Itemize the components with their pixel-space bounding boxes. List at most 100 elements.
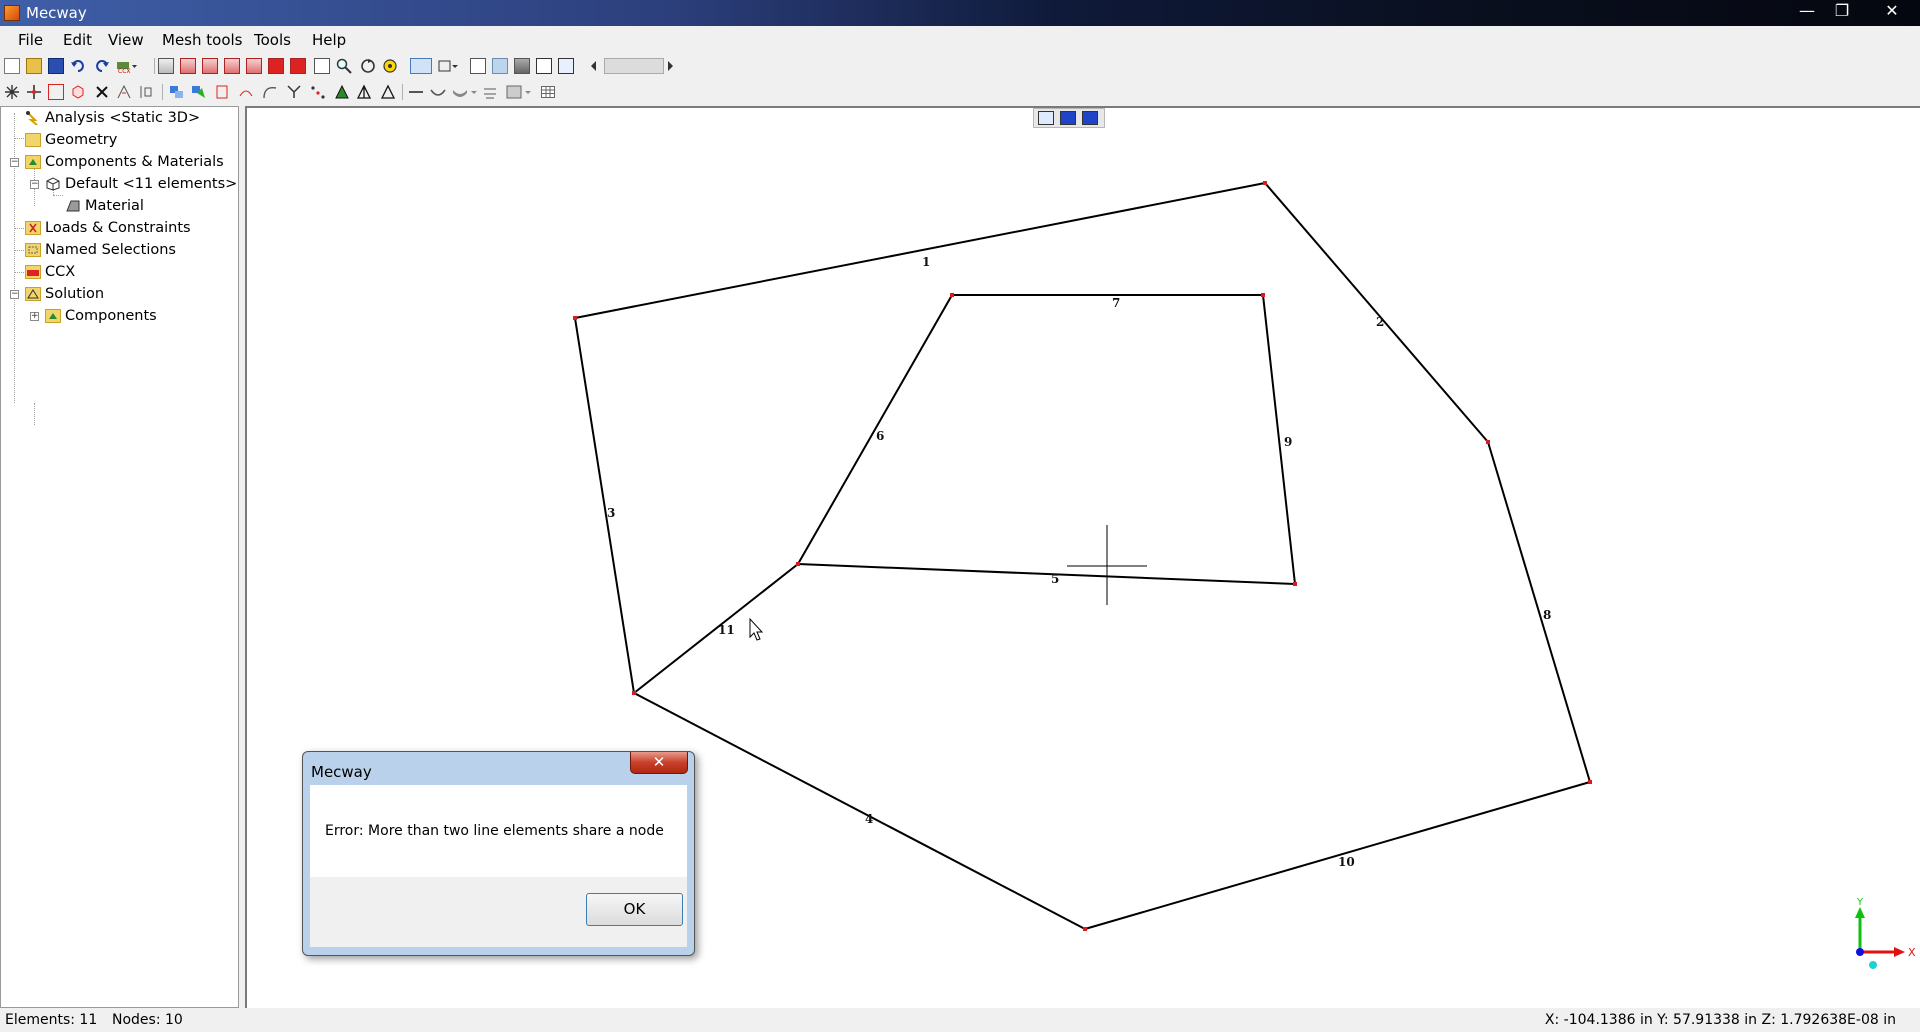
solution-folder-icon	[25, 287, 41, 301]
element-label: 3	[607, 506, 615, 520]
display-mode-icon[interactable]	[438, 58, 458, 74]
menu-view[interactable]: View	[108, 31, 144, 49]
view-shaded-cube-icon[interactable]	[1060, 111, 1076, 125]
restore-button[interactable]: ❐	[1825, 0, 1859, 22]
bottom-view-icon[interactable]	[290, 58, 306, 74]
menu-tools[interactable]: Tools	[254, 31, 291, 49]
menu-edit[interactable]: Edit	[63, 31, 92, 49]
collapse-default-component[interactable]: −	[30, 180, 39, 189]
node-snap-icon[interactable]	[4, 84, 20, 100]
outline-view-icon[interactable]	[470, 58, 486, 74]
element-count: Elements: 11	[5, 1012, 98, 1028]
delete-icon[interactable]	[94, 84, 110, 100]
node[interactable]	[1486, 440, 1490, 444]
surface-tool-icon[interactable]	[452, 84, 478, 100]
select-nodes-icon[interactable]	[168, 84, 184, 100]
triangle-icon[interactable]	[380, 84, 396, 100]
components-folder-icon	[25, 155, 41, 169]
add-element-icon[interactable]	[48, 84, 64, 100]
view-solid-cube-icon[interactable]	[1082, 111, 1098, 125]
scroll-left-icon[interactable]	[588, 58, 598, 74]
menu-mesh-tools[interactable]: Mesh tools	[162, 31, 242, 49]
arc-tool-icon[interactable]	[430, 84, 446, 100]
add-node-icon[interactable]	[26, 84, 42, 100]
select-faces-icon[interactable]	[214, 84, 230, 100]
toolbar-slider[interactable]	[604, 58, 664, 74]
left-view-icon[interactable]	[224, 58, 240, 74]
menu-help[interactable]: Help	[312, 31, 346, 49]
add-solid-icon[interactable]	[70, 84, 86, 100]
element-line-6[interactable]	[797, 294, 953, 565]
wireframe-view-icon[interactable]	[536, 58, 552, 74]
dialog-footer: OK	[310, 877, 687, 947]
mesh-view-icon[interactable]	[558, 58, 574, 74]
mecway-app-icon	[4, 5, 20, 21]
redo-icon[interactable]	[94, 58, 110, 74]
node[interactable]	[573, 316, 577, 320]
mesh-nodes	[573, 181, 1592, 931]
view-wire-cube-icon[interactable]	[1038, 111, 1054, 125]
align-tool-icon[interactable]	[482, 84, 498, 100]
node[interactable]	[796, 562, 800, 566]
expand-solution-components[interactable]: +	[30, 312, 39, 321]
tet-mesh-icon[interactable]	[356, 84, 372, 100]
curve-icon[interactable]	[262, 84, 278, 100]
layers-tool-icon[interactable]	[506, 84, 532, 100]
node[interactable]	[1261, 293, 1265, 297]
top-view-icon[interactable]	[268, 58, 284, 74]
pan-icon[interactable]	[382, 58, 398, 74]
node[interactable]	[1588, 780, 1592, 784]
solid-view-icon[interactable]	[514, 58, 530, 74]
close-window-button[interactable]: ✕	[1872, 0, 1912, 22]
element-line-8[interactable]	[1487, 441, 1591, 783]
back-view-icon[interactable]	[202, 58, 218, 74]
selections-folder-icon	[25, 243, 41, 257]
minimize-button[interactable]: —	[1790, 0, 1824, 22]
extrude-icon[interactable]	[116, 84, 132, 100]
menu-file[interactable]: File	[18, 31, 43, 49]
dialog-body: Error: More than two line elements share…	[310, 785, 687, 877]
node[interactable]	[1083, 927, 1087, 931]
scatter-nodes-icon[interactable]	[310, 84, 326, 100]
ok-button[interactable]: OK	[586, 893, 683, 926]
dialog-close-button[interactable]: ✕	[630, 752, 688, 774]
node[interactable]	[950, 293, 954, 297]
new-file-icon[interactable]	[4, 58, 20, 74]
right-view-icon[interactable]	[246, 58, 262, 74]
element-line-3[interactable]	[574, 317, 635, 694]
rotate-icon[interactable]	[360, 58, 376, 74]
node[interactable]	[1263, 181, 1267, 185]
element-line-2[interactable]	[1264, 182, 1489, 443]
element-line-11[interactable]	[633, 563, 799, 694]
collapse-solution[interactable]: −	[10, 290, 19, 299]
scroll-right-icon[interactable]	[666, 58, 676, 74]
node[interactable]	[1293, 582, 1297, 586]
solve-ccx-icon[interactable]: CCX	[116, 58, 138, 75]
collapse-components-materials[interactable]: −	[10, 158, 19, 167]
component-icon	[45, 177, 61, 191]
triangulate-icon[interactable]	[334, 84, 350, 100]
select-elements-icon[interactable]	[190, 84, 206, 100]
zoom-fit-icon[interactable]	[314, 58, 330, 74]
table-icon[interactable]	[540, 84, 556, 100]
element-label: 2	[1376, 315, 1384, 329]
element-line-5[interactable]	[797, 563, 1296, 585]
zoom-icon[interactable]	[336, 58, 352, 74]
open-folder-icon[interactable]	[26, 58, 42, 74]
split-icon[interactable]	[286, 84, 302, 100]
solution-components-folder-icon	[45, 309, 61, 323]
line-tool-icon[interactable]	[408, 84, 424, 100]
node[interactable]	[632, 691, 636, 695]
y-axis-label: Y	[1856, 897, 1864, 908]
element-line-1[interactable]	[574, 182, 1266, 319]
element-line-4[interactable]	[633, 692, 1086, 930]
refine-icon[interactable]	[238, 84, 254, 100]
revolve-icon[interactable]	[138, 84, 154, 100]
save-icon[interactable]	[48, 58, 64, 74]
iso-view-icon[interactable]	[158, 58, 174, 74]
front-view-icon[interactable]	[180, 58, 196, 74]
undo-icon[interactable]	[70, 58, 86, 74]
x-axis-label: X	[1908, 946, 1916, 959]
shaded-view-icon[interactable]	[492, 58, 508, 74]
select-mode-icon[interactable]	[410, 58, 432, 74]
